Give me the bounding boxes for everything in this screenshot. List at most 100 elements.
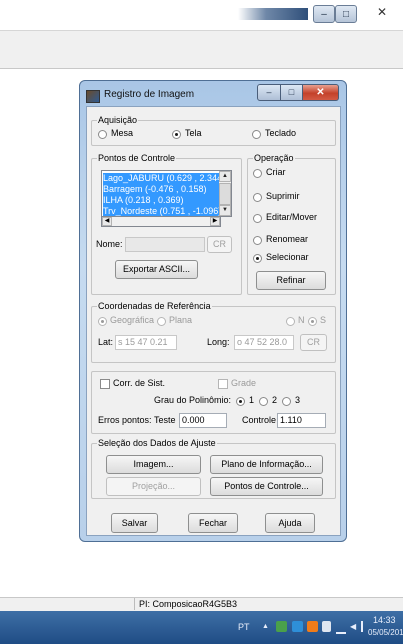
pontos-cr-button[interactable]: CR	[207, 236, 232, 253]
signal-icon[interactable]	[336, 621, 346, 634]
network-app-icon[interactable]	[276, 621, 287, 632]
parent-toolbar	[0, 48, 403, 69]
geografica-radio[interactable]	[98, 317, 107, 326]
hemisphere-n-radio[interactable]	[286, 317, 295, 326]
ajuda-button[interactable]: Ajuda	[265, 513, 315, 533]
nome-label: Nome:	[96, 239, 123, 249]
parent-menu-bar	[0, 30, 403, 50]
tray-expand-icon[interactable]: ▲	[262, 621, 269, 633]
scroll-left-icon[interactable]: ◀	[102, 217, 112, 226]
list-item[interactable]: Barragem (-0.476 , 0.158)	[103, 184, 219, 195]
grau-1-radio[interactable]	[236, 397, 245, 406]
long-label: Long:	[207, 337, 230, 347]
scroll-down-icon[interactable]: ▼	[219, 205, 231, 216]
list-item[interactable]: Trv_Nordeste (0.751 , -1.096)	[103, 206, 219, 216]
raster-image-icon	[86, 90, 100, 103]
maximize-icon: □	[342, 9, 350, 20]
grau-2-radio[interactable]	[259, 397, 268, 406]
coordenadas-legend: Coordenadas de Referência	[97, 301, 212, 312]
coord-cr-button[interactable]: CR	[300, 334, 327, 351]
operacao-suprimir-label: Suprimir	[266, 191, 300, 201]
dialog-title: Registro de Imagem	[104, 89, 195, 100]
list-item[interactable]: ILHA (0.218 , 0.369)	[103, 195, 219, 206]
geografica-label: Geográfica	[110, 315, 155, 325]
plana-label: Plana	[169, 315, 193, 325]
plana-radio[interactable]	[157, 317, 166, 326]
operacao-renomear-radio[interactable]	[253, 236, 262, 245]
aquisicao-tela-label: Tela	[185, 128, 202, 138]
corr-sist-checkbox[interactable]	[100, 379, 110, 389]
operacao-group: Operação Criar Suprimir Editar/Mover Ren…	[247, 153, 336, 295]
minimize-icon: –	[321, 9, 327, 20]
list-vertical-scrollbar[interactable]: ▲ ▼	[219, 171, 231, 216]
cloud-sync-icon[interactable]	[292, 621, 303, 632]
clock-time[interactable]: 14:33	[373, 614, 396, 626]
teste-value-field[interactable]: 0.000	[179, 413, 227, 428]
operacao-suprimir-radio[interactable]	[253, 193, 262, 202]
close-icon: ✕	[316, 87, 325, 98]
refinar-button[interactable]: Refinar	[256, 271, 326, 290]
dialog-close-button[interactable]: ✕	[302, 84, 339, 101]
grade-label: Grade	[231, 378, 257, 388]
parent-minimize-button[interactable]: –	[313, 5, 335, 23]
operacao-criar-radio[interactable]	[253, 169, 262, 178]
ajuste-group: Corr. de Sist. Grade Grau do Polinômio: …	[91, 371, 336, 434]
clock-date[interactable]: 05/05/2017	[368, 627, 403, 639]
parent-title-gradient	[238, 8, 308, 20]
projecao-button[interactable]: Projeção...	[106, 477, 201, 496]
scroll-thumb[interactable]	[219, 183, 231, 205]
plano-informacao-button[interactable]: Plano de Informação...	[210, 455, 323, 474]
language-indicator[interactable]: PT	[238, 621, 250, 633]
close-icon: ✕	[376, 5, 388, 19]
imagem-button[interactable]: Imagem...	[106, 455, 201, 474]
operacao-renomear-label: Renomear	[266, 234, 309, 244]
dialog-maximize-button[interactable]: □	[280, 84, 303, 101]
scroll-up-icon[interactable]: ▲	[219, 171, 231, 182]
hemisphere-s-label: S	[320, 315, 327, 325]
scroll-right-icon[interactable]: ▶	[210, 217, 220, 226]
salvar-button[interactable]: Salvar	[111, 513, 158, 533]
operacao-editar-label: Editar/Mover	[266, 212, 318, 222]
operacao-legend: Operação	[253, 153, 295, 164]
long-input[interactable]: o 47 52 28.0	[234, 335, 294, 350]
nome-input[interactable]	[125, 237, 205, 252]
dialog-minimize-button[interactable]: –	[257, 84, 281, 101]
aquisicao-tela-radio[interactable]	[172, 130, 181, 139]
taskbar: PT ▲ ◀ 14:33 05/05/2017	[0, 611, 403, 644]
battery-icon[interactable]	[322, 621, 331, 632]
status-pi-text: PI: ComposicaoR4G5B3	[134, 598, 284, 610]
list-item[interactable]: Lago_JABURU (0.629 , 2.344)	[103, 173, 219, 184]
list-horizontal-scrollbar[interactable]: ◀ ▶	[101, 217, 221, 227]
minimize-icon: –	[266, 87, 272, 97]
aquisicao-teclado-radio[interactable]	[252, 130, 261, 139]
grade-checkbox[interactable]	[218, 379, 228, 389]
exportar-ascii-button[interactable]: Exportar ASCII...	[115, 260, 198, 279]
aquisicao-group: Aquisição Mesa Tela Teclado	[91, 115, 336, 146]
selecao-group: Seleção dos Dados de Ajuste Imagem... Pl…	[91, 438, 336, 499]
pontos-list[interactable]: Lago_JABURU (0.629 , 2.344) Barragem (-0…	[101, 170, 232, 217]
corr-sist-label: Corr. de Sist.	[113, 378, 166, 388]
app-tray-icon[interactable]	[307, 621, 318, 632]
aquisicao-legend: Aquisição	[97, 115, 139, 126]
controle-label: Controle	[242, 415, 277, 425]
teste-label: Teste	[154, 415, 176, 425]
registro-imagem-dialog: Registro de Imagem – □ ✕ Aquisição Mesa …	[79, 80, 347, 542]
operacao-selecionar-radio[interactable]	[253, 254, 262, 263]
status-bar: PI: ComposicaoR4G5B3	[0, 597, 403, 611]
grau-3-label: 3	[295, 395, 301, 405]
parent-close-button[interactable]: ✕	[370, 3, 394, 21]
dialog-client-area: Aquisição Mesa Tela Teclado Pontos de Co…	[86, 106, 341, 536]
volume-icon[interactable]: ◀	[350, 621, 361, 632]
operacao-editar-radio[interactable]	[253, 214, 262, 223]
aquisicao-mesa-radio[interactable]	[98, 130, 107, 139]
controle-value-field[interactable]: 1.110	[277, 413, 326, 428]
parent-maximize-button[interactable]: □	[335, 5, 357, 23]
hemisphere-s-radio[interactable]	[308, 317, 317, 326]
operacao-criar-label: Criar	[266, 167, 286, 177]
fechar-button[interactable]: Fechar	[188, 513, 238, 533]
selecao-legend: Seleção dos Dados de Ajuste	[97, 438, 217, 449]
lat-input[interactable]: s 15 47 0.21	[115, 335, 177, 350]
pontos-controle-button[interactable]: Pontos de Controle...	[210, 477, 323, 496]
grau-3-radio[interactable]	[282, 397, 291, 406]
operacao-selecionar-label: Selecionar	[266, 252, 309, 262]
